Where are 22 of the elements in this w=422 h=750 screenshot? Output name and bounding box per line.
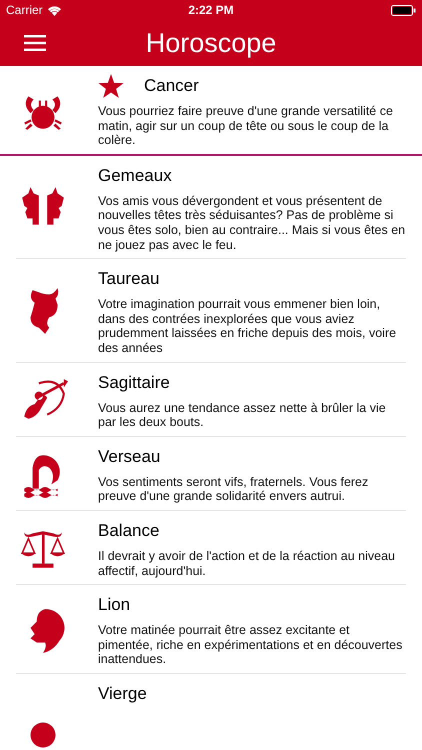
status-time: 2:22 PM bbox=[188, 3, 234, 17]
sign-name: Vierge bbox=[98, 684, 147, 704]
sign-name: Taureau bbox=[98, 269, 160, 290]
sign-name: Verseau bbox=[98, 446, 160, 467]
horoscope-text: Vos sentiments seront vifs, fraternels. Vous ferez preuve d'une grande solidarité envers autrui. bbox=[98, 474, 370, 504]
wifi-icon bbox=[46, 4, 62, 16]
horoscope-text: Vos amis vous dévergondent et vous présentent de nouvelles têtes très séduisantes? Pas de problème si vous êtes solo, bien au contraire... Mais si vous êtes en ne jouez pas avec le feu. bbox=[98, 194, 406, 252]
sign-name: Balance bbox=[98, 520, 160, 541]
menu-icon bbox=[24, 35, 46, 51]
sign-name: Sagittaire bbox=[98, 372, 170, 393]
carrier-label: Carrier bbox=[6, 3, 43, 17]
horoscope-text: Votre matinée pourrait être assez excitante et pimentée, riche en expérimentations et en découvertes inattendues. bbox=[98, 623, 404, 667]
star-icon[interactable] bbox=[98, 74, 124, 98]
battery-icon bbox=[391, 4, 416, 16]
horoscope-text: Il devrait y avoir de l'action et de la réaction au niveau affectif, aujourd'hui. bbox=[98, 548, 396, 578]
horoscope-text: Votre imagination pourrait vous emmener bien loin, dans des contrées inexplorées que vous aviez prudemment laissées en friche depuis des mois, voire des années bbox=[98, 297, 398, 356]
horoscope-text: Vous aurez une tendance assez nette à brûler la vie par les deux bouts. bbox=[98, 400, 387, 430]
sign-name: Lion bbox=[98, 595, 130, 616]
sign-name: Gemeaux bbox=[98, 166, 172, 186]
sign-name: Cancer bbox=[144, 76, 199, 96]
screen-title: Horoscope bbox=[146, 28, 276, 58]
horoscope-text: Vous pourriez faire preuve d'une grande versatilité ce matin, agir sur un coup de tête ou sous le coup de la colère. bbox=[98, 104, 394, 148]
